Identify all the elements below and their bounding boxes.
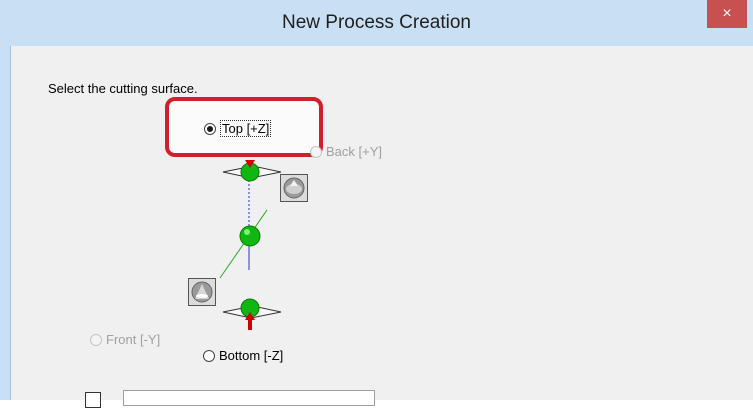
radio-back[interactable]: Back [+Y] <box>310 144 382 159</box>
center-sphere <box>239 225 261 247</box>
bottom-arrow-shaft <box>248 320 252 330</box>
radio-top[interactable]: Top [+Z] <box>204 120 272 137</box>
option-checkbox[interactable] <box>85 392 101 408</box>
instruction-label: Select the cutting surface. <box>48 81 198 96</box>
radio-bottom[interactable]: Bottom [-Z] <box>203 348 283 363</box>
radio-bottom-indicator <box>203 349 215 362</box>
radio-front-indicator <box>90 333 102 346</box>
window-title: New Process Creation <box>281 12 472 33</box>
close-button[interactable]: × <box>707 0 747 28</box>
radio-top-label: Top [+Z] <box>220 120 272 137</box>
title-bar[interactable]: New Process Creation × <box>0 0 753 46</box>
radio-back-label: Back [+Y] <box>326 144 382 159</box>
radio-back-indicator <box>310 145 322 158</box>
option-field[interactable] <box>123 390 375 406</box>
axis-diagram <box>219 160 282 330</box>
radio-top-indicator <box>204 122 216 135</box>
radio-front-label: Front [-Y] <box>106 332 161 347</box>
dialog-window: New Process Creation × Select the cuttin… <box>0 0 753 408</box>
radio-bottom-label: Bottom [-Z] <box>219 348 284 363</box>
radio-front[interactable]: Front [-Y] <box>90 332 160 347</box>
center-sphere-shine <box>244 229 250 235</box>
